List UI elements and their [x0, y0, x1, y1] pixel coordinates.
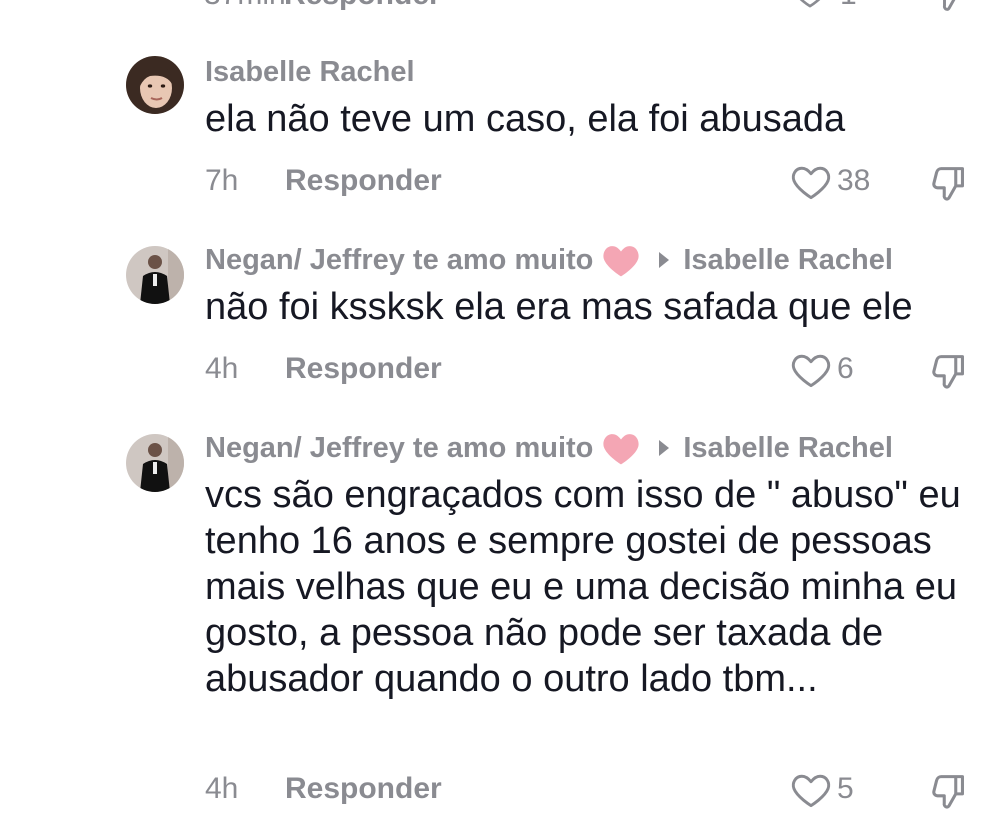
reply-button[interactable]: Responder	[284, 0, 441, 12]
comment-meta-row: 4h Responder 6	[205, 348, 1000, 392]
comment-time: 7h	[205, 164, 239, 197]
comment-text: não foi kssksk ela era mas safada que el…	[205, 286, 913, 328]
thumbs-down-outline-icon[interactable]	[928, 0, 972, 24]
previous-comment-meta-row: 37min Responder 1	[204, 0, 970, 18]
reply-button[interactable]: Responder	[285, 164, 442, 198]
triangle-right-icon	[659, 440, 670, 456]
comment-author[interactable]: Isabelle Rachel	[205, 56, 415, 89]
comment-text: vcs são engraçados com isso de " abuso" …	[205, 474, 961, 700]
comment-time: 4h	[205, 352, 239, 385]
reply-button[interactable]: Responder	[285, 352, 442, 386]
avatar[interactable]	[126, 56, 184, 114]
heart-outline-icon[interactable]	[790, 0, 830, 20]
thumbs-down-outline-icon[interactable]	[927, 768, 973, 814]
comment-header: Negan/ Jeffrey te amo muito Isabelle Rac…	[205, 240, 893, 280]
comment-author[interactable]: Negan/ Jeffrey te amo muito	[205, 244, 593, 277]
pink-heart-emoji	[601, 430, 641, 466]
heart-outline-icon[interactable]	[789, 768, 833, 812]
reply-button[interactable]: Responder	[285, 772, 442, 806]
thumbs-down-outline-icon[interactable]	[927, 160, 973, 206]
like-count: 38	[837, 164, 871, 197]
triangle-right-icon	[659, 252, 670, 268]
thumbs-down-outline-icon[interactable]	[927, 348, 973, 394]
comment-header: Isabelle Rachel	[205, 52, 415, 92]
avatar[interactable]	[126, 434, 184, 492]
comment-header: Negan/ Jeffrey te amo muito Isabelle Rac…	[205, 428, 893, 468]
comment-text: ela não teve um caso, ela foi abusada	[205, 98, 846, 140]
comment-meta-row: 7h Responder 38	[205, 160, 1000, 204]
heart-outline-icon[interactable]	[789, 348, 833, 392]
pink-heart-emoji	[601, 242, 641, 278]
like-count: 5	[837, 772, 854, 805]
like-count: 6	[837, 352, 854, 385]
heart-outline-icon[interactable]	[789, 160, 833, 204]
comment-time: 37min	[204, 0, 286, 12]
like-count: 1	[840, 0, 857, 12]
reply-to-author[interactable]: Isabelle Rachel	[683, 432, 893, 465]
comment-author[interactable]: Negan/ Jeffrey te amo muito	[205, 432, 593, 465]
avatar[interactable]	[126, 246, 184, 304]
reply-to-author[interactable]: Isabelle Rachel	[683, 244, 893, 277]
comment-meta-row: 4h Responder 5	[205, 768, 1000, 812]
comment-time: 4h	[205, 772, 239, 805]
